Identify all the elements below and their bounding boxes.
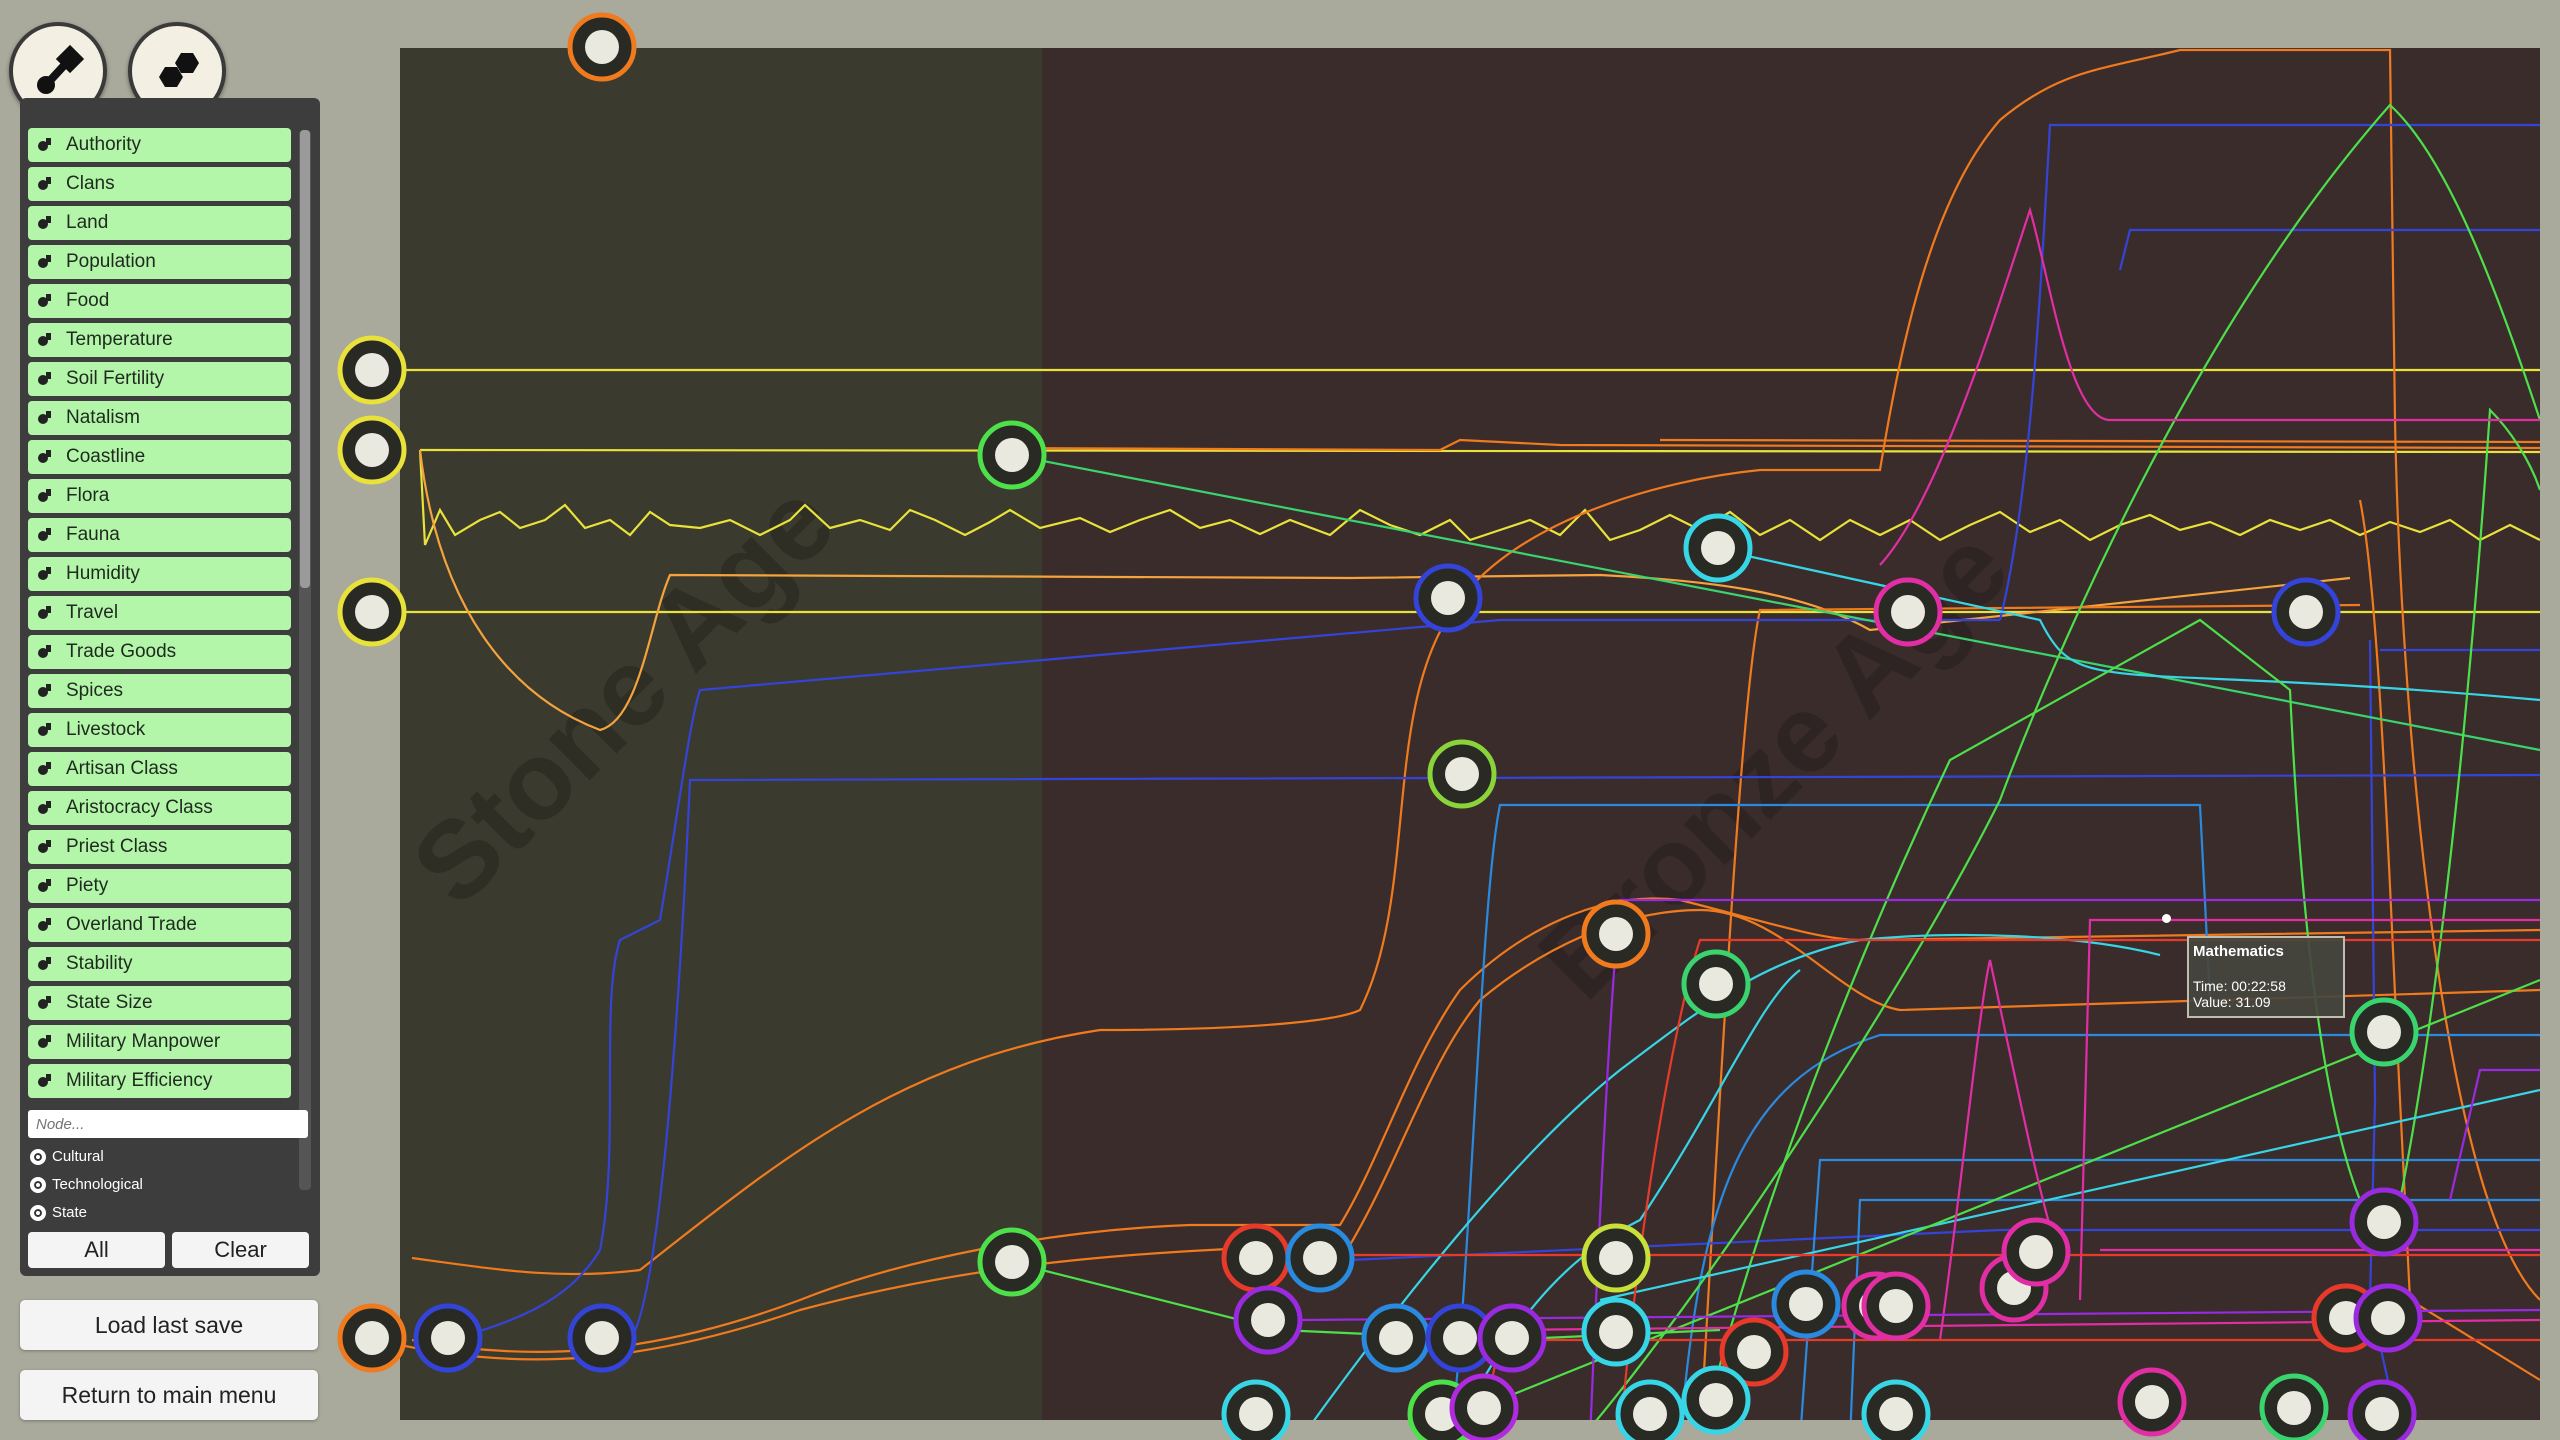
event-node[interactable] xyxy=(1449,1373,1519,1440)
event-node[interactable] xyxy=(1615,1379,1685,1440)
event-node[interactable] xyxy=(977,1227,1047,1297)
event-node[interactable] xyxy=(1581,1223,1651,1293)
event-node[interactable] xyxy=(2271,577,2341,647)
event-node[interactable] xyxy=(1861,1379,1931,1440)
event-node[interactable] xyxy=(1413,563,1483,633)
event-node[interactable] xyxy=(1861,1271,1931,1341)
event-node[interactable] xyxy=(567,1303,637,1373)
tooltip-value: Value: 31.09 xyxy=(2193,994,2271,1010)
event-node[interactable] xyxy=(1581,899,1651,969)
event-node[interactable] xyxy=(1233,1285,1303,1355)
event-node[interactable] xyxy=(1681,949,1751,1019)
event-node[interactable] xyxy=(1427,739,1497,809)
event-node[interactable] xyxy=(567,12,637,82)
tooltip-time: Time: 00:22:58 xyxy=(2193,978,2286,994)
event-node[interactable] xyxy=(337,335,407,405)
tooltip-title: Mathematics xyxy=(2193,943,2284,960)
event-node[interactable] xyxy=(2001,1217,2071,1287)
event-node[interactable] xyxy=(1771,1269,1841,1339)
event-node[interactable] xyxy=(413,1303,483,1373)
event-node[interactable] xyxy=(2117,1367,2187,1437)
event-node[interactable] xyxy=(977,420,1047,490)
event-node[interactable] xyxy=(1221,1379,1291,1440)
cursor-dot xyxy=(2162,914,2171,923)
event-node[interactable] xyxy=(1581,1297,1651,1367)
event-node[interactable] xyxy=(2349,1187,2419,1257)
event-node[interactable] xyxy=(2349,997,2419,1067)
event-node[interactable] xyxy=(1285,1223,1355,1293)
value-tooltip: Mathematics Time: 00:22:58 Value: 31.09 xyxy=(2187,936,2345,1018)
event-node[interactable] xyxy=(2353,1283,2423,1353)
event-node[interactable] xyxy=(337,577,407,647)
event-node[interactable] xyxy=(1873,577,1943,647)
timeline-graph[interactable]: Stone Age Bronze Age xyxy=(0,0,2560,1440)
event-node[interactable] xyxy=(1477,1303,1547,1373)
event-node[interactable] xyxy=(2259,1373,2329,1440)
event-node[interactable] xyxy=(1681,1365,1751,1435)
event-node[interactable] xyxy=(1361,1303,1431,1373)
event-node[interactable] xyxy=(1221,1223,1291,1293)
event-node[interactable] xyxy=(337,415,407,485)
event-node[interactable] xyxy=(337,1303,407,1373)
event-node[interactable] xyxy=(2347,1379,2417,1440)
event-node[interactable] xyxy=(1683,513,1753,583)
